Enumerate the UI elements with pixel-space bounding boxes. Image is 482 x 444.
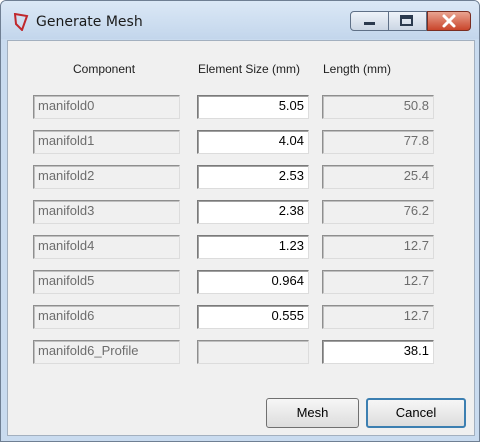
generate-mesh-dialog: Generate Mesh Component Element Size (mm… [0,0,480,442]
element-size-input[interactable]: 0.555 [197,305,309,329]
length-input[interactable]: 38.1 [322,340,434,364]
window-title: Generate Mesh [36,14,143,30]
component-name-field: manifold4 [33,235,180,259]
component-name-field: manifold0 [33,95,180,119]
mesh-app-icon [13,13,29,31]
element-size-input[interactable]: 2.38 [197,200,309,224]
component-name-field: manifold1 [33,130,180,154]
element-size-input-disabled [197,340,309,364]
element-size-input[interactable]: 2.53 [197,165,309,189]
component-name-field: manifold5 [33,270,180,294]
length-field: 76.2 [322,200,434,224]
length-field: 77.8 [322,130,434,154]
length-field: 12.7 [322,270,434,294]
element-size-input[interactable]: 5.05 [197,95,309,119]
close-icon [442,14,456,28]
header-element-size: Element Size (mm) [198,62,301,76]
title-bar[interactable]: Generate Mesh [1,1,479,39]
length-field: 12.7 [322,305,434,329]
length-field: 50.8 [322,95,434,119]
cancel-button[interactable]: Cancel [366,398,466,428]
maximize-button[interactable] [389,11,427,31]
length-field: 12.7 [322,235,434,259]
component-name-field: manifold6 [33,305,180,329]
header-component: Component [73,62,136,76]
component-name-field: manifold3 [33,200,180,224]
component-name-field: manifold6_Profile [33,340,180,364]
minimize-button[interactable] [350,11,389,31]
maximize-icon [400,15,413,26]
element-size-input[interactable]: 1.23 [197,235,309,259]
header-length: Length (mm) [323,62,392,76]
close-button[interactable] [427,11,471,31]
component-name-field: manifold2 [33,165,180,189]
element-size-input[interactable]: 0.964 [197,270,309,294]
mesh-button[interactable]: Mesh [266,398,359,428]
length-field: 25.4 [322,165,434,189]
minimize-icon [364,22,375,25]
element-size-input[interactable]: 4.04 [197,130,309,154]
